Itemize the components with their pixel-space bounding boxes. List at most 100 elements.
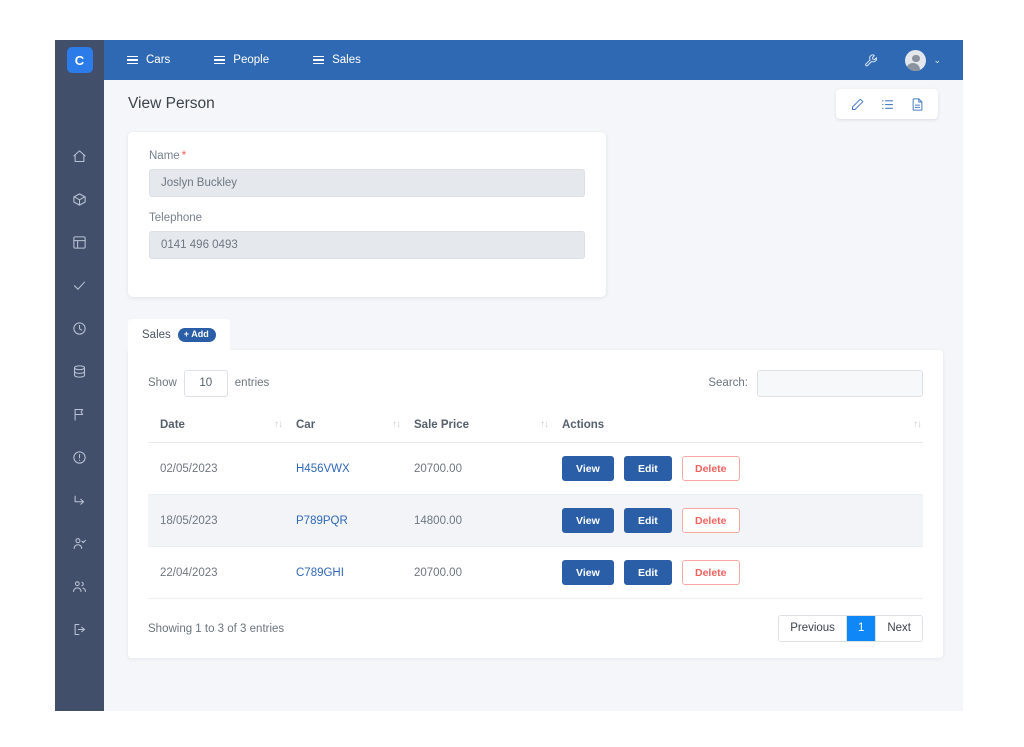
view-button[interactable]: View — [562, 456, 614, 481]
cell-actions: View Edit Delete — [562, 546, 923, 599]
car-link[interactable]: C789GHI — [296, 567, 344, 579]
column-header-car-label: Car — [296, 419, 316, 431]
sales-table: Date ↑↓ Car ↑↓ Sale Price ↑↓ Actions ↑↓ … — [148, 410, 923, 599]
top-navbar: Cars People Sales ⌄ — [104, 40, 963, 80]
search-control: Search: — [708, 369, 923, 397]
column-header-sale-price-label: Sale Price — [414, 419, 469, 431]
delete-button[interactable]: Delete — [682, 456, 740, 481]
list-icon[interactable] — [872, 90, 902, 118]
nav-link-cars[interactable]: Cars — [127, 54, 170, 66]
form-field-telephone: Telephone 0141 496 0493 — [149, 212, 585, 259]
sort-icon[interactable]: ↑↓ — [914, 419, 922, 430]
sort-icon[interactable]: ↑↓ — [541, 419, 549, 430]
sidebar-item-database[interactable] — [67, 360, 93, 382]
page-header: View Person — [104, 80, 963, 128]
tab-sales-label: Sales — [142, 329, 171, 341]
sidebar-item-user-check[interactable] — [67, 532, 93, 554]
hamburger-icon — [214, 55, 226, 65]
person-form-card: Name * Joslyn Buckley Telephone 0141 496 … — [128, 132, 606, 297]
table-head: Date ↑↓ Car ↑↓ Sale Price ↑↓ Actions ↑↓ — [148, 410, 923, 443]
table-row: 22/04/2023 C789GHI 20700.00 View Edit De… — [148, 546, 923, 599]
required-marker: * — [181, 150, 187, 162]
nav-link-cars-label: Cars — [146, 54, 171, 66]
edit-button[interactable]: Edit — [623, 456, 672, 481]
name-field[interactable]: Joslyn Buckley — [149, 169, 585, 197]
sidebar: C — [55, 40, 104, 711]
sidebar-item-check[interactable] — [67, 274, 93, 296]
navbar-links: Cars People Sales — [127, 54, 405, 66]
sidebar-item-flag[interactable] — [67, 403, 93, 425]
tab-sales[interactable]: Sales + Add — [128, 319, 230, 350]
car-link[interactable]: H456VWX — [296, 463, 350, 475]
sidebar-item-alert[interactable] — [67, 446, 93, 468]
pagination-page-1[interactable]: 1 — [846, 616, 877, 641]
cell-car: C789GHI — [296, 546, 414, 599]
sidebar-item-arrow-turn[interactable] — [67, 489, 93, 511]
hamburger-icon — [313, 55, 325, 65]
nav-link-sales-label: Sales — [332, 54, 361, 66]
app-window: C Cars People Sales ⌄ View Person Name *… — [55, 40, 963, 711]
view-button[interactable]: View — [562, 508, 614, 533]
edit-button[interactable]: Edit — [623, 560, 672, 585]
cell-car: H456VWX — [296, 442, 414, 495]
column-header-date-label: Date — [160, 419, 185, 431]
user-avatar-icon — [905, 49, 927, 71]
chevron-down-icon: ⌄ — [933, 54, 941, 65]
app-logo[interactable]: C — [55, 40, 104, 80]
document-icon[interactable] — [902, 90, 932, 118]
sidebar-item-layout[interactable] — [67, 231, 93, 253]
sidebar-item-clock[interactable] — [67, 317, 93, 339]
table-controls: Show 10 entries Search: — [148, 368, 923, 398]
cell-date: 02/05/2023 — [148, 442, 296, 495]
nav-link-sales[interactable]: Sales — [313, 54, 361, 66]
pagination: Previous 1 Next — [778, 615, 923, 642]
navbar-right: ⌄ — [864, 49, 941, 71]
table-header-row: Date ↑↓ Car ↑↓ Sale Price ↑↓ Actions ↑↓ — [148, 410, 923, 443]
sidebar-icon-list — [55, 80, 104, 640]
page-action-toolbar — [836, 89, 938, 119]
cell-sale-price: 14800.00 — [414, 494, 562, 547]
edit-icon[interactable] — [842, 90, 872, 118]
sidebar-item-users[interactable] — [67, 575, 93, 597]
show-label: Show — [148, 377, 177, 389]
tab-bar: Sales + Add — [128, 319, 963, 350]
cell-sale-price: 20700.00 — [414, 442, 562, 495]
column-header-car[interactable]: Car ↑↓ — [296, 410, 414, 443]
car-link[interactable]: P789PQR — [296, 515, 348, 527]
edit-button[interactable]: Edit — [623, 508, 672, 533]
search-input[interactable] — [757, 369, 923, 397]
sidebar-item-logout[interactable] — [67, 618, 93, 640]
sort-icon[interactable]: ↑↓ — [275, 419, 283, 430]
delete-button[interactable]: Delete — [682, 560, 740, 585]
table-footer: Showing 1 to 3 of 3 entries Previous 1 N… — [148, 599, 923, 642]
column-header-date[interactable]: Date ↑↓ — [148, 410, 296, 443]
cell-date: 22/04/2023 — [148, 546, 296, 599]
pagination-previous[interactable]: Previous — [779, 616, 847, 641]
add-sale-button[interactable]: + Add — [177, 328, 216, 342]
form-field-name: Name * Joslyn Buckley — [149, 150, 585, 197]
table-info: Showing 1 to 3 of 3 entries — [148, 622, 285, 635]
page-length-select[interactable]: 10 — [183, 369, 228, 397]
sidebar-item-box[interactable] — [67, 188, 93, 210]
column-header-sale-price[interactable]: Sale Price ↑↓ — [414, 410, 562, 443]
entries-label: entries — [234, 377, 270, 389]
search-label: Search: — [708, 377, 748, 389]
cell-actions: View Edit Delete — [562, 442, 923, 495]
page-length-control: Show 10 entries — [148, 369, 270, 397]
sidebar-item-home[interactable] — [67, 145, 93, 167]
sort-icon[interactable]: ↑↓ — [393, 419, 401, 430]
column-header-actions-label: Actions — [562, 419, 605, 431]
page-title: View Person — [128, 95, 215, 112]
cell-date: 18/05/2023 — [148, 494, 296, 547]
pagination-next[interactable]: Next — [876, 616, 922, 641]
view-button[interactable]: View — [562, 560, 614, 585]
column-header-actions[interactable]: Actions ↑↓ — [562, 410, 923, 443]
user-menu[interactable]: ⌄ — [905, 49, 941, 71]
telephone-field[interactable]: 0141 496 0493 — [149, 231, 585, 259]
sales-table-card: Show 10 entries Search: Date ↑↓ Car ↑↓ S… — [128, 350, 943, 658]
wrench-icon[interactable] — [864, 53, 879, 68]
name-label: Name * — [149, 150, 585, 162]
nav-link-people[interactable]: People — [214, 54, 269, 66]
hamburger-icon — [127, 55, 138, 65]
delete-button[interactable]: Delete — [682, 508, 740, 533]
